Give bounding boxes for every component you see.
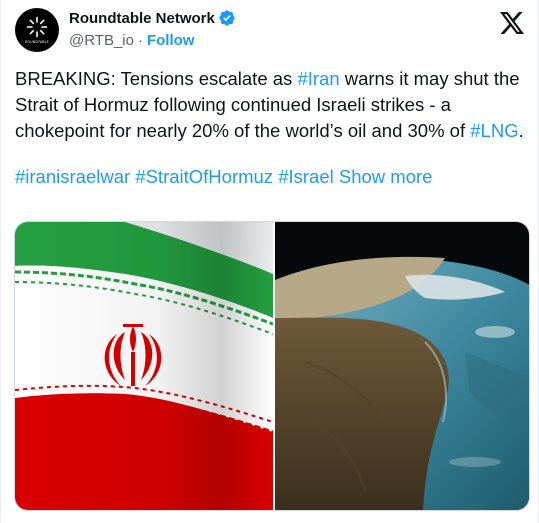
tweet-card: ROUNDTABLE Roundtable Network @RTB_io · Fo…: [0, 0, 539, 523]
strait-satellite-image[interactable]: [275, 222, 529, 510]
media-grid: [14, 221, 530, 511]
separator-dot: ·: [137, 32, 143, 49]
hashtag-link[interactable]: #Iran: [297, 68, 339, 89]
handle-line: @RTB_io · Follow: [69, 32, 194, 49]
author-name-line: Roundtable Network: [69, 9, 236, 27]
avatar-text: ROUNDTABLE: [25, 40, 49, 44]
iran-flag-icon: [15, 222, 273, 510]
satellite-earth-view-icon: [275, 222, 529, 510]
hashtags-line: #iranisraelwar #StraitOfHormuz #Israel S…: [15, 164, 530, 190]
iran-flag-image[interactable]: [15, 222, 273, 510]
text-part: .: [518, 120, 524, 141]
handle[interactable]: @RTB_io: [69, 32, 134, 49]
hashtag-link[interactable]: #iranisraelwar: [15, 166, 130, 187]
show-more-link[interactable]: Show more: [339, 166, 433, 187]
hashtag-link[interactable]: #Israel: [278, 166, 334, 187]
hashtag-link[interactable]: #StraitOfHormuz: [135, 166, 273, 187]
avatar[interactable]: ROUNDTABLE: [15, 8, 59, 52]
display-name[interactable]: Roundtable Network: [69, 10, 215, 27]
tweet-header: ROUNDTABLE Roundtable Network @RTB_io · Fo…: [15, 8, 524, 56]
text-part: BREAKING: Tensions escalate as: [15, 68, 298, 89]
x-logo-icon[interactable]: [500, 12, 524, 39]
roundtable-logo-icon: [26, 16, 48, 38]
follow-button[interactable]: Follow: [147, 32, 195, 49]
verified-badge-icon: [218, 9, 236, 27]
hashtag-link[interactable]: #LNG: [470, 120, 518, 141]
tweet-body: BREAKING: Tensions escalate as #Iran war…: [15, 66, 530, 190]
tweet-text: BREAKING: Tensions escalate as #Iran war…: [15, 66, 530, 144]
